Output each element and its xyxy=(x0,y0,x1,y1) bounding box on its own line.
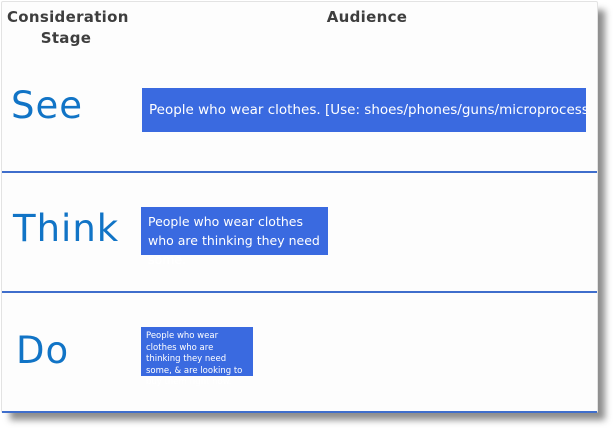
audience-box-do: People who wear clothes who are thinking… xyxy=(141,327,253,376)
table-row-see: See People who wear clothes. [Use: shoes… xyxy=(2,62,597,173)
consideration-stage-column-header: Consideration Stage xyxy=(7,7,125,49)
table-row-do: Do People who wear clothes who are think… xyxy=(2,293,597,413)
consideration-stage-header-line2: Stage xyxy=(7,28,125,49)
stage-label-see: See xyxy=(11,84,83,127)
table-row-think: Think People who wear clothes who are th… xyxy=(2,173,597,293)
table-header-row: Consideration Stage Audience xyxy=(2,2,597,62)
stage-label-do: Do xyxy=(16,329,69,372)
audience-box-see: People who wear clothes. [Use: shoes/pho… xyxy=(142,88,586,132)
stage-label-think: Think xyxy=(13,207,119,250)
audience-column-header: Audience xyxy=(137,8,597,26)
see-think-do-table: Consideration Stage Audience See People … xyxy=(1,1,598,413)
consideration-stage-header-line1: Consideration xyxy=(7,7,125,28)
audience-box-think: People who wear clothes who are thinking… xyxy=(141,207,328,255)
